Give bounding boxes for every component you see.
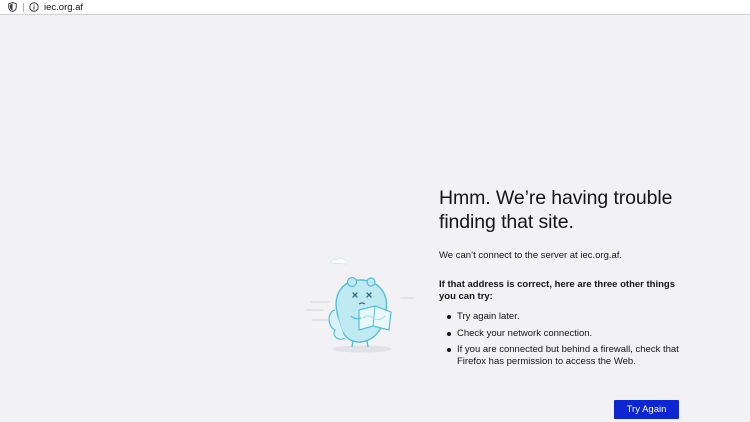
tracking-shield-icon[interactable] [7,2,17,12]
url-text[interactable]: iec.org.af [44,0,83,15]
sad-puzzle-mascot-illustration [305,250,420,360]
try-again-button[interactable]: Try Again [614,400,679,419]
error-title: Hmm. We’re having trouble finding that s… [439,186,689,234]
suggestion-text: Try again later. [457,311,520,322]
error-description: We can’t connect to the server at iec.or… [439,250,623,261]
suggestion-item: If you are connected but behind a firewa… [439,344,689,367]
suggestion-item: Check your network connection. [439,328,689,340]
error-title-line-1: Hmm. We’re having trouble [439,187,673,209]
error-title-line-2: finding that site. [439,211,574,233]
bullet-icon [447,331,451,336]
urlbar-divider [23,2,24,12]
url-bar[interactable]: iec.org.af [0,0,750,15]
suggestion-text: If you are connected but behind a firewa… [457,344,679,367]
error-content: Hmm. We’re having trouble finding that s… [439,186,689,372]
suggestion-text: Check your network connection. [457,327,593,339]
suggestions-heading: If that address is correct, here are thr… [439,279,675,302]
suggestion-item: Try again later. [439,311,689,323]
bullet-icon [447,315,451,319]
info-icon[interactable] [29,2,39,12]
bullet-icon [447,348,451,352]
suggestions-list: Try again later. Check your network conn… [439,311,689,367]
